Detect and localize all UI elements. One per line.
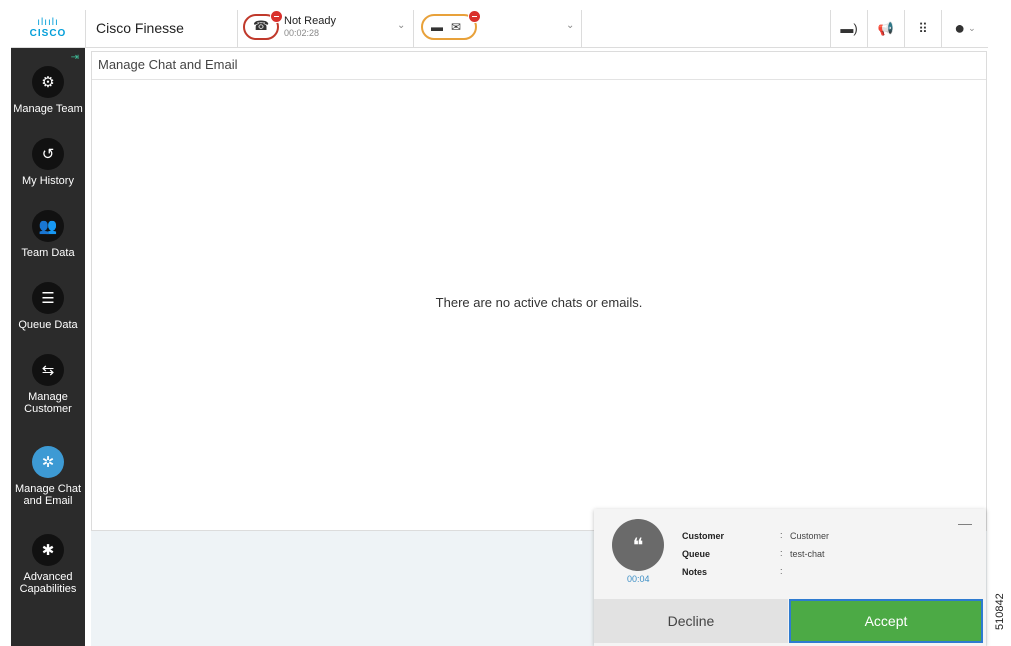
divider	[92, 79, 986, 80]
manage-team-icon: ⚙	[32, 66, 64, 98]
sidebar-item-manage-chat-and-email[interactable]: ✲ Manage Chat and Email	[11, 446, 85, 507]
megaphone-icon: 📢	[877, 20, 895, 36]
user-menu-button[interactable]: ● ⌄	[941, 10, 988, 47]
sidebar-item-label: Advanced Capabilities	[19, 571, 77, 595]
sidebar-item-advanced-capabilities[interactable]: ✱ Advanced Capabilities	[11, 534, 85, 595]
voice-state-label[interactable]: Not Ready	[284, 15, 336, 27]
voice-state-timer: 00:02:28	[284, 28, 320, 38]
team-message-button[interactable]: ▬)	[830, 10, 867, 47]
minimize-button[interactable]: —	[958, 515, 972, 531]
manage-chat-email-panel: Manage Chat and Email There are no activ…	[91, 51, 987, 531]
field-separator: :	[780, 566, 783, 576]
sidebar-item-label: Manage Team	[13, 103, 83, 115]
field-value-customer: Customer	[790, 531, 830, 541]
sidebar-item-manage-team[interactable]: ⚙ Manage Team	[11, 66, 85, 115]
sidebar-item-label: Manage Chat and Email	[14, 483, 82, 507]
email-icon: ✉	[451, 20, 462, 34]
field-separator: :	[780, 548, 783, 558]
voice-state-button[interactable]: ☎	[243, 10, 283, 40]
sidebar-item-team-data[interactable]: 👥 Team Data	[11, 210, 85, 259]
field-value-queue: test-chat	[790, 549, 825, 559]
divider	[237, 10, 238, 47]
sidebar-item-label: My History	[22, 175, 74, 187]
digital-channel-state-button[interactable]: ▬ ✉	[421, 10, 481, 40]
sidebar-item-label: Queue Data	[18, 319, 78, 331]
incoming-chat-popover: ❝ 00:04 — Customer : Customer Queue : te…	[594, 509, 986, 646]
not-ready-badge-icon	[270, 10, 283, 23]
dialpad-button[interactable]: ⠿	[904, 10, 941, 47]
sidebar-item-my-history[interactable]: ↺ My History	[11, 138, 85, 187]
sidebar-item-label: Team Data	[21, 247, 75, 259]
voice-state-chevron-down-icon[interactable]: ⌄	[397, 20, 405, 31]
announcement-icon: ▬)	[840, 21, 858, 36]
chat-icon: ▬	[431, 20, 443, 34]
header-tools: ▬) 📢 ⠿ ● ⌄	[830, 10, 988, 47]
cisco-logo: ılıılı CISCO	[11, 10, 85, 47]
accept-button[interactable]: Accept	[789, 599, 983, 643]
field-key-notes: Notes	[682, 567, 708, 577]
decline-button[interactable]: Decline	[594, 599, 788, 643]
manage-customer-icon: ⇆	[32, 354, 64, 386]
user-menu-chevron-down-icon: ⌄	[968, 23, 976, 33]
offer-timer: 00:04	[627, 574, 650, 584]
sidebar: ⇥ ⚙ Manage Team ↺ My History 👥 Team Data ☰ Queu…	[11, 48, 85, 646]
advanced-capabilities-icon: ✱	[32, 534, 64, 566]
cisco-logo-word: CISCO	[29, 28, 67, 39]
field-key-customer: Customer	[682, 531, 725, 541]
field-separator: :	[780, 530, 783, 540]
sidebar-item-label: Manage Customer	[24, 391, 72, 415]
divider	[581, 10, 582, 47]
cisco-logo-bars: ılıılı	[37, 17, 59, 28]
team-data-icon: 👥	[32, 210, 64, 242]
sidebar-item-queue-data[interactable]: ☰ Queue Data	[11, 282, 85, 331]
digital-state-chevron-down-icon[interactable]: ⌄	[566, 20, 574, 31]
phone-icon: ☎	[253, 18, 270, 33]
top-bar: ılıılı CISCO Cisco Finesse ☎ Not Ready 0…	[11, 10, 988, 48]
dialpad-icon: ⠿	[918, 20, 928, 36]
app-title: Cisco Finesse	[96, 20, 184, 36]
sidebar-item-manage-customer[interactable]: ⇆ Manage Customer	[11, 354, 85, 415]
gear-icon: ✲	[32, 446, 64, 478]
not-ready-badge-icon	[468, 10, 481, 23]
divider	[85, 10, 86, 47]
user-avatar-icon: ●	[954, 18, 966, 38]
empty-state-message: There are no active chats or emails.	[435, 295, 643, 310]
figure-id: 510842	[994, 593, 1006, 630]
chat-bubbles-icon: ❝	[612, 519, 664, 571]
broadcast-button[interactable]: 📢	[867, 10, 904, 47]
divider	[413, 10, 414, 47]
field-key-queue: Queue	[682, 549, 711, 559]
panel-title: Manage Chat and Email	[98, 57, 238, 72]
pin-icon[interactable]: ⇥	[71, 52, 79, 63]
queue-data-icon: ☰	[32, 282, 64, 314]
history-icon: ↺	[32, 138, 64, 170]
